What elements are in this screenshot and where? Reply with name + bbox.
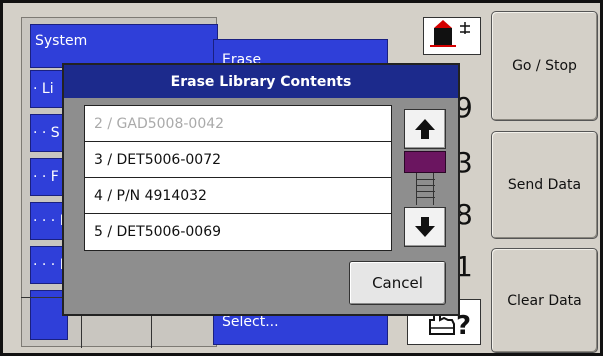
library-list: 2 / GAD5008-0042 3 / DET5006-0072 4 / P/… <box>84 105 392 251</box>
go-stop-button[interactable]: Go / Stop <box>491 11 598 121</box>
arrow-up-icon <box>415 119 435 139</box>
device-screen: System · Li · · S · · F · · · I · · · I … <box>0 0 603 356</box>
scroll-thumb[interactable] <box>404 151 446 173</box>
menu-system[interactable]: System <box>30 24 218 68</box>
cancel-button[interactable]: Cancel <box>349 261 446 305</box>
scroll-track[interactable] <box>416 173 435 205</box>
library-item[interactable]: 5 / DET5006-0069 <box>85 214 391 250</box>
erase-library-dialog: Erase Library Contents 2 / GAD5008-0042 … <box>62 63 460 316</box>
arrow-down-icon <box>415 217 435 237</box>
clear-data-button[interactable]: Clear Data <box>491 248 598 353</box>
scroll-down-button[interactable] <box>404 207 446 247</box>
dialog-title: Erase Library Contents <box>64 65 458 98</box>
library-item: 2 / GAD5008-0042 <box>85 106 391 142</box>
library-item[interactable]: 4 / P/N 4914032 <box>85 178 391 214</box>
instrument-mode-icon[interactable] <box>423 17 481 55</box>
library-item[interactable]: 3 / DET5006-0072 <box>85 142 391 178</box>
scroll-up-button[interactable] <box>404 109 446 149</box>
send-data-button[interactable]: Send Data <box>491 131 598 239</box>
